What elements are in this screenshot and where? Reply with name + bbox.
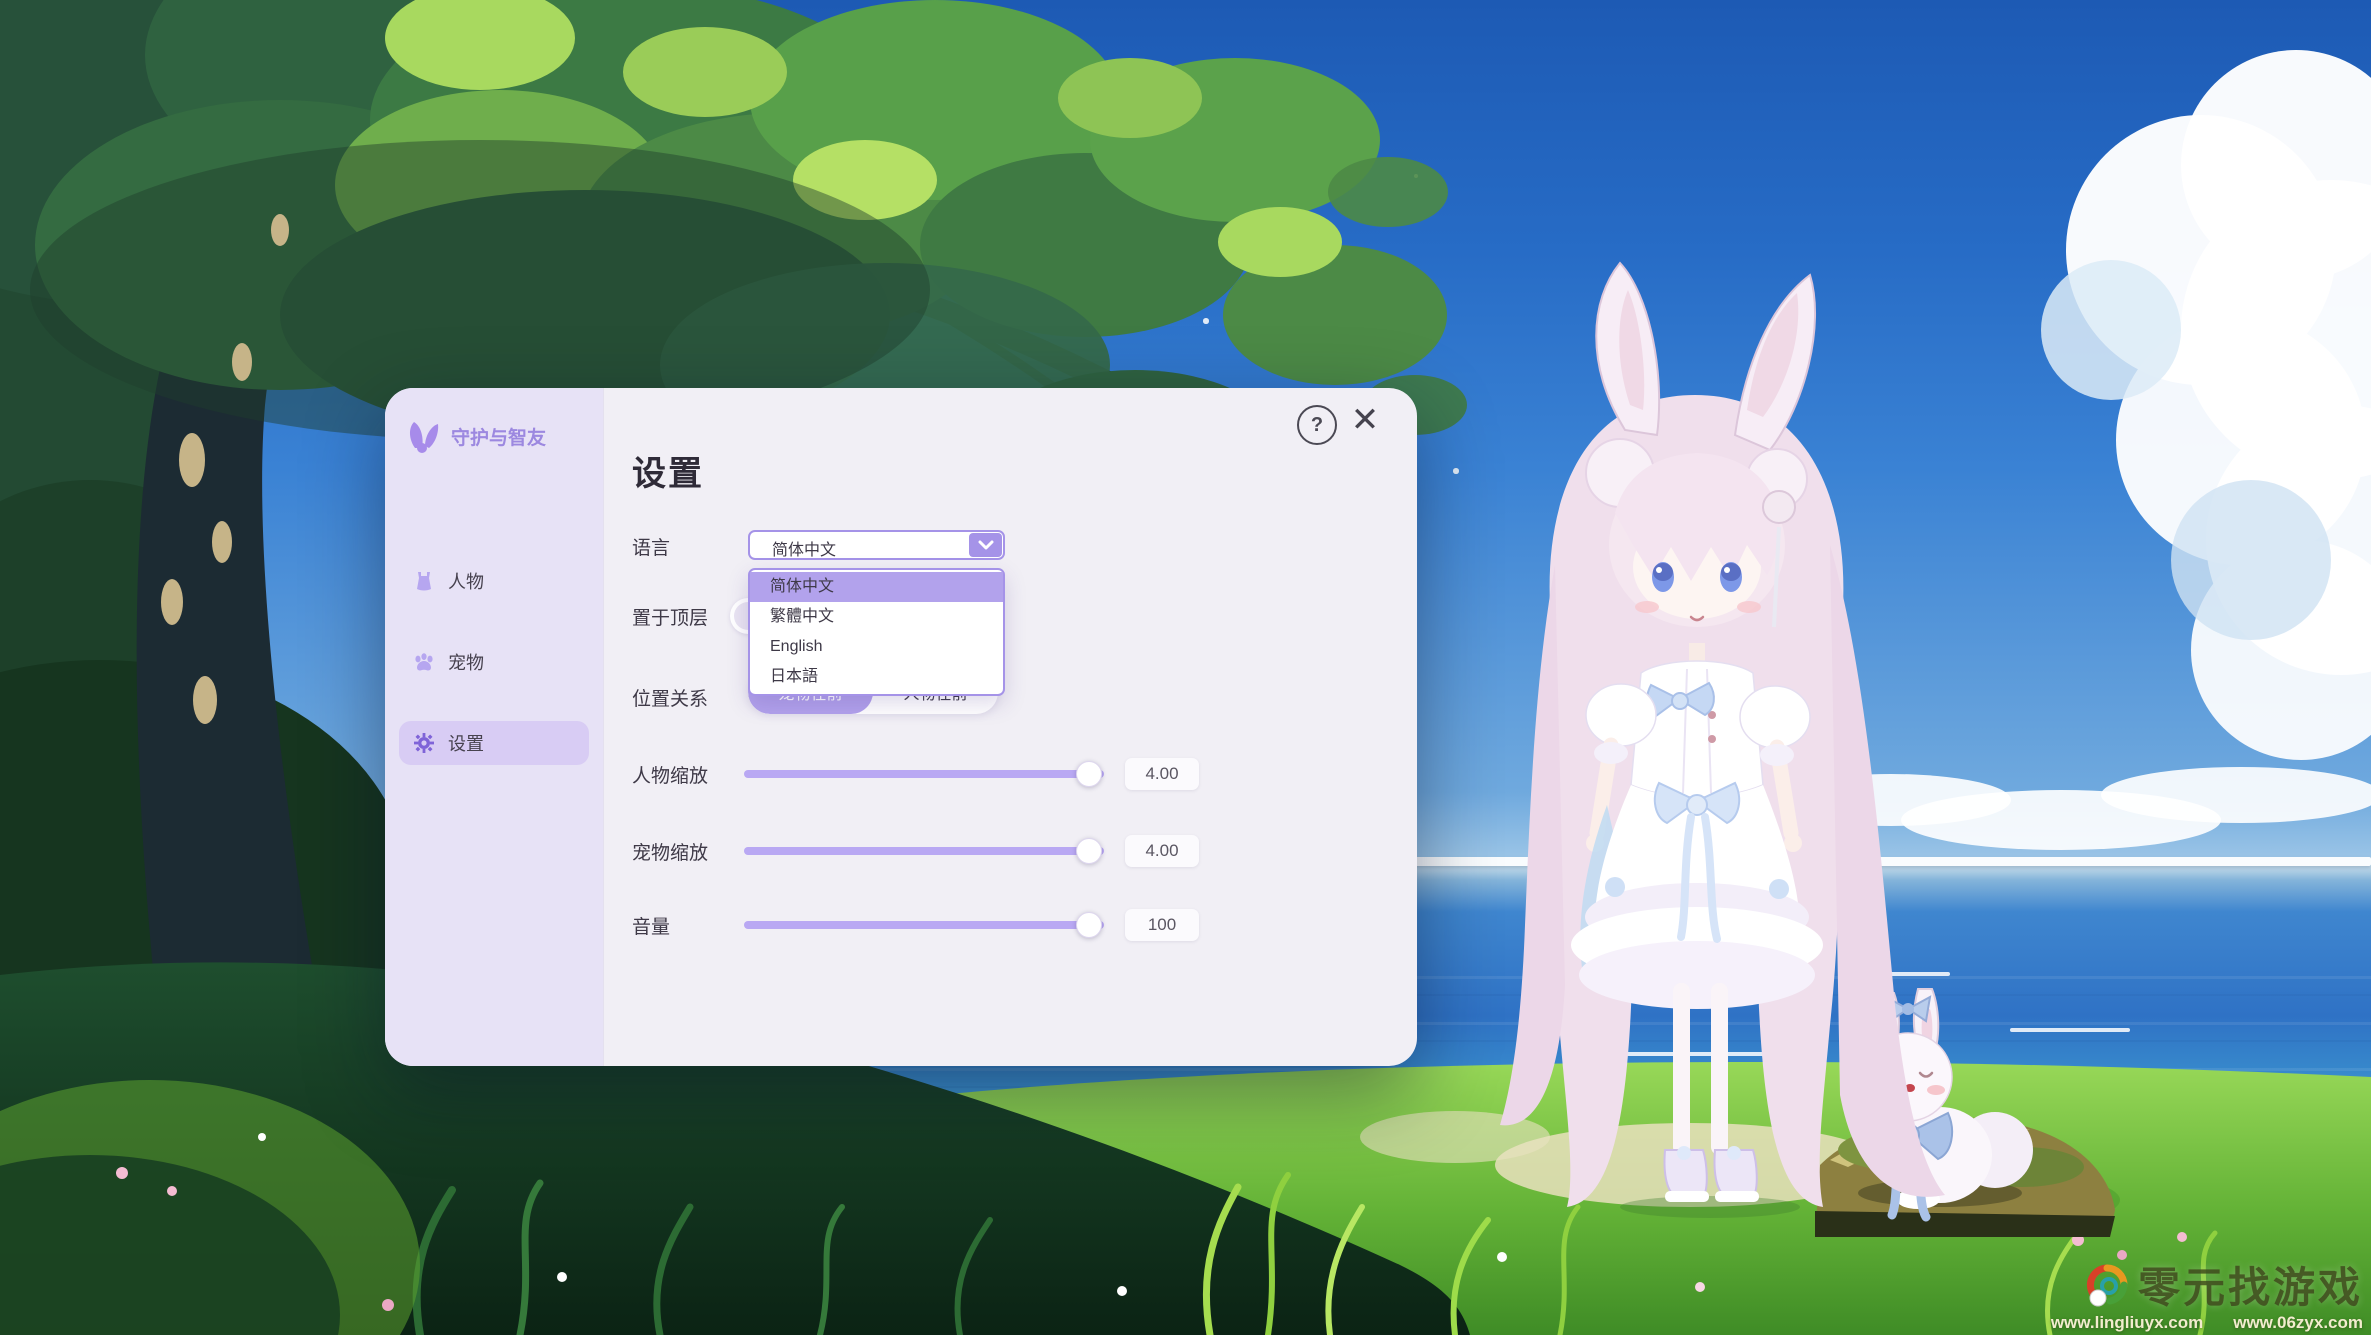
sidebar-item-label: 宠物 <box>448 649 484 675</box>
watermark-url-left: www.lingliuyx.com <box>2051 1313 2203 1333</box>
bunny-ears-logo-icon <box>405 418 441 454</box>
pet-scale-label: 宠物缩放 <box>632 838 708 865</box>
always-on-top-label: 置于顶层 <box>632 603 708 630</box>
app-brand: 守护与智友 <box>405 412 546 460</box>
page-title: 设置 <box>632 446 704 495</box>
desktop-wallpaper: 零元找游戏 www.lingliuyx.com www.06zyx.com 守护… <box>0 0 2371 1335</box>
language-option[interactable]: 日本語 <box>750 662 1003 692</box>
character-scale-slider-thumb[interactable] <box>1076 761 1102 787</box>
paw-icon <box>413 651 435 673</box>
close-button[interactable]: ✕ <box>1343 398 1387 442</box>
pet-scale-value-text: 4.00 <box>1145 841 1178 861</box>
volume-slider-thumb[interactable] <box>1076 912 1102 938</box>
close-icon: ✕ <box>1351 400 1380 440</box>
language-dropdown-popup: 简体中文 繁體中文 English 日本語 <box>748 568 1005 696</box>
pet-scale-value: 4.00 <box>1125 835 1199 867</box>
app-title: 守护与智友 <box>451 423 546 450</box>
sidebar: 守护与智友 人物 宠物 <box>385 388 603 1066</box>
volume-slider-track[interactable] <box>744 921 1104 929</box>
sidebar-item-label: 设置 <box>448 730 484 756</box>
sidebar-item-settings[interactable]: 设置 <box>399 721 589 765</box>
volume-label: 音量 <box>632 912 670 939</box>
language-option[interactable]: 繁體中文 <box>750 602 1003 632</box>
sidebar-item-label: 人物 <box>448 568 484 594</box>
help-button[interactable]: ? <box>1297 405 1337 445</box>
sidebar-item-pet[interactable]: 宠物 <box>399 640 589 684</box>
pet-scale-slider-track[interactable] <box>744 847 1104 855</box>
settings-dialog: 守护与智友 人物 宠物 <box>385 388 1417 1066</box>
character-scale-label: 人物缩放 <box>632 761 708 788</box>
watermark-site-name: 零元找游戏 <box>2138 1254 2363 1315</box>
chevron-down-icon <box>969 533 1002 557</box>
watermark: 零元找游戏 www.lingliuyx.com www.06zyx.com <box>2051 1254 2363 1333</box>
watermark-url-right: www.06zyx.com <box>2233 1313 2363 1333</box>
pet-scale-slider-thumb[interactable] <box>1076 838 1102 864</box>
watermark-logo-icon <box>2084 1262 2130 1308</box>
dress-icon <box>413 570 435 592</box>
position-label: 位置关系 <box>632 684 708 711</box>
language-label: 语言 <box>632 533 670 560</box>
help-icon: ? <box>1311 414 1323 437</box>
volume-value-text: 100 <box>1148 915 1176 935</box>
gear-icon <box>413 732 435 754</box>
character-scale-value: 4.00 <box>1125 758 1199 790</box>
character-girl <box>1425 245 1965 1225</box>
language-select-value: 简体中文 <box>772 536 836 560</box>
language-option-selected[interactable]: 简体中文 <box>750 572 1003 602</box>
language-select[interactable]: 简体中文 <box>748 530 1005 560</box>
language-option[interactable]: English <box>750 632 1003 662</box>
volume-value: 100 <box>1125 909 1199 941</box>
character-scale-value-text: 4.00 <box>1145 764 1178 784</box>
character-scale-slider-track[interactable] <box>744 770 1104 778</box>
sidebar-item-character[interactable]: 人物 <box>399 559 589 603</box>
